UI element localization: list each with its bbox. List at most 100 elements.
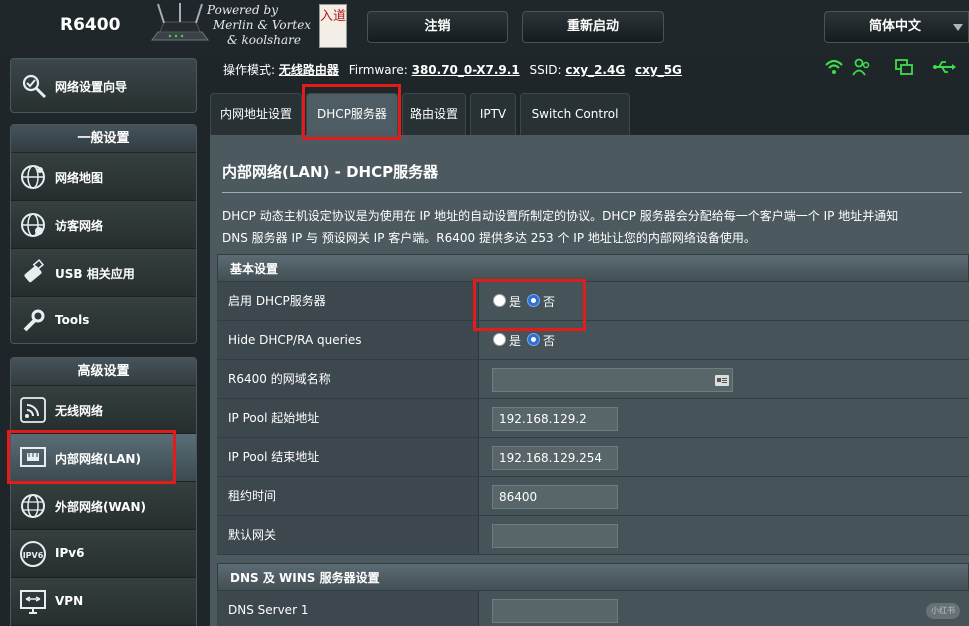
usb-icon[interactable] [932, 58, 956, 80]
sidebar-item-label: IPv6 [55, 546, 85, 560]
description-line: DNS 服务器 IP 与 预设网关 IP 客户端。R6400 提供多达 253 … [222, 231, 756, 245]
router-image-icon [151, 3, 209, 41]
main-content: 内部网络(LAN) - DHCP服务器 DHCP 动态主机设定协议是为使用在 I… [210, 135, 969, 626]
enable-dhcp-yes-radio[interactable] [493, 294, 506, 307]
dns-server1-row: DNS Server 1 [217, 591, 969, 626]
general-settings-group: 一般设置 网络地图 访客网络 USB 相关应用 Tools [10, 124, 197, 344]
sidebar-item-label: 访客网络 [55, 219, 104, 233]
description-line: DHCP 动态主机设定协议是为使用在 IP 地址的自动设置所制定的协议。DHCP… [222, 209, 899, 223]
watermark: 小红书 [926, 603, 960, 619]
ssid-5g-link[interactable]: cxy_5G [635, 63, 682, 77]
radio-label: 是 [509, 295, 522, 309]
svg-text:IPV6: IPV6 [23, 551, 44, 560]
basic-settings-header: 基本设置 [217, 254, 969, 282]
wan-globe-icon [21, 494, 45, 518]
setup-wizard-button[interactable]: 网络设置向导 [10, 58, 197, 113]
sidebar-item-label: 无线网络 [55, 404, 104, 418]
vpn-icon [20, 590, 46, 614]
sidebar-item-tools[interactable]: Tools [11, 297, 196, 343]
guest-network-icon [21, 213, 45, 237]
powered-by-text: Powered by Merlin & Vortex & koolshare [207, 3, 312, 47]
general-settings-title: 一般设置 [11, 125, 196, 153]
sidebar-item-usb-apps[interactable]: USB 相关应用 [11, 249, 196, 297]
id-card-icon[interactable] [715, 375, 729, 386]
usb-stick-icon [24, 259, 45, 283]
wizard-label: 网络设置向导 [55, 80, 128, 94]
devices-icon[interactable] [894, 58, 914, 80]
dns-wins-header: DNS 及 WINS 服务器设置 [217, 563, 969, 591]
reboot-button[interactable]: 重新启动 [522, 11, 664, 43]
tab-dhcp-server[interactable]: DHCP服务器 [306, 93, 398, 135]
sidebar-item-lan[interactable]: 内部网络(LAN) [11, 434, 196, 482]
lease-time-row: 租约时间 86400 [217, 477, 969, 516]
field-label: 启用 DHCP服务器 [217, 282, 479, 320]
enable-dhcp-no-radio[interactable] [527, 294, 540, 307]
tab-switch-control[interactable]: Switch Control [520, 93, 630, 135]
sidebar-item-vpn[interactable]: VPN [11, 578, 196, 626]
field-label: DNS Server 1 [217, 591, 479, 626]
gateway-row: 默认网关 [217, 516, 969, 555]
default-gateway-input[interactable] [492, 524, 618, 548]
field-label: R6400 的网域名称 [217, 360, 479, 398]
status-icons [824, 58, 964, 80]
radio-label: 是 [509, 334, 522, 348]
firmware-label: Firmware: [348, 63, 408, 77]
wizard-icon [22, 74, 47, 99]
firmware-link[interactable]: 380.70_0-X7.9.1 [412, 63, 520, 77]
section-gap [217, 555, 969, 563]
field-label: 租约时间 [217, 477, 479, 515]
ip-pool-start-input[interactable]: 192.168.129.2 [492, 407, 618, 431]
sidebar-item-ipv6[interactable]: IPV6 IPv6 [11, 530, 196, 578]
hide-dhcp-row: Hide DHCP/RA queries 是 否 [217, 321, 969, 360]
sidebar-item-label: 外部网络(WAN) [55, 500, 146, 514]
ssid-24g-link[interactable]: cxy_2.4G [565, 63, 625, 77]
hide-dhcp-no-radio[interactable] [527, 333, 540, 346]
tab-lan-ip[interactable]: 内网地址设置 [210, 93, 302, 135]
settings-table: 基本设置 启用 DHCP服务器 是 否 Hide DHCP/RA queries… [217, 254, 969, 626]
ip-pool-end-input[interactable]: 192.168.129.254 [492, 446, 618, 470]
hide-dhcp-yes-radio[interactable] [493, 333, 506, 346]
router-model: R6400 [60, 15, 121, 35]
lan-icon [20, 447, 46, 467]
page-title: 内部网络(LAN) - DHCP服务器 [222, 163, 439, 181]
chevron-down-icon [953, 24, 963, 31]
radio-label: 否 [543, 334, 556, 348]
koolshare-logo: 入道 [319, 4, 347, 48]
users-icon[interactable] [852, 58, 872, 80]
radio-label: 否 [543, 295, 556, 309]
tab-iptv[interactable]: IPTV [470, 93, 516, 135]
sidebar-item-label: VPN [55, 594, 84, 608]
wrench-icon [23, 309, 45, 332]
ipv6-icon: IPV6 [20, 541, 46, 567]
title-divider [222, 192, 962, 193]
advanced-settings-title: 高级设置 [11, 358, 196, 386]
sidebar-item-label: USB 相关应用 [55, 267, 135, 281]
field-label: Hide DHCP/RA queries [217, 321, 479, 359]
sidebar-item-label: 网络地图 [55, 171, 104, 185]
wireless-icon [20, 397, 46, 423]
mode-link[interactable]: 无线路由器 [279, 63, 339, 77]
logout-button[interactable]: 注销 [367, 11, 508, 43]
sidebar-item-network-map[interactable]: 网络地图 [11, 153, 196, 201]
sidebar-item-label: Tools [55, 313, 90, 327]
sidebar-item-wireless[interactable]: 无线网络 [11, 386, 196, 434]
field-label: IP Pool 结束地址 [217, 438, 479, 476]
tab-route[interactable]: 路由设置 [402, 93, 466, 135]
lease-time-input[interactable]: 86400 [492, 485, 618, 509]
globe-map-icon [21, 165, 45, 189]
domain-name-input[interactable] [492, 368, 733, 392]
enable-dhcp-row: 启用 DHCP服务器 是 否 [217, 282, 969, 321]
mode-label: 操作模式: [223, 63, 276, 77]
sidebar-item-wan[interactable]: 外部网络(WAN) [11, 482, 196, 530]
language-select[interactable]: 简体中文 [824, 11, 969, 43]
language-value: 简体中文 [869, 19, 922, 34]
sidebar-item-guest-network[interactable]: 访客网络 [11, 201, 196, 249]
field-label: 默认网关 [217, 516, 479, 554]
field-label: IP Pool 起始地址 [217, 399, 479, 437]
ssid-label: SSID: [529, 63, 562, 77]
wifi-icon[interactable] [824, 58, 844, 80]
sidebar-item-label: 内部网络(LAN) [55, 452, 141, 466]
dns-server1-input[interactable] [492, 599, 618, 623]
pool-start-row: IP Pool 起始地址 192.168.129.2 [217, 399, 969, 438]
page-description: DHCP 动态主机设定协议是为使用在 IP 地址的自动设置所制定的协议。DHCP… [222, 205, 962, 249]
